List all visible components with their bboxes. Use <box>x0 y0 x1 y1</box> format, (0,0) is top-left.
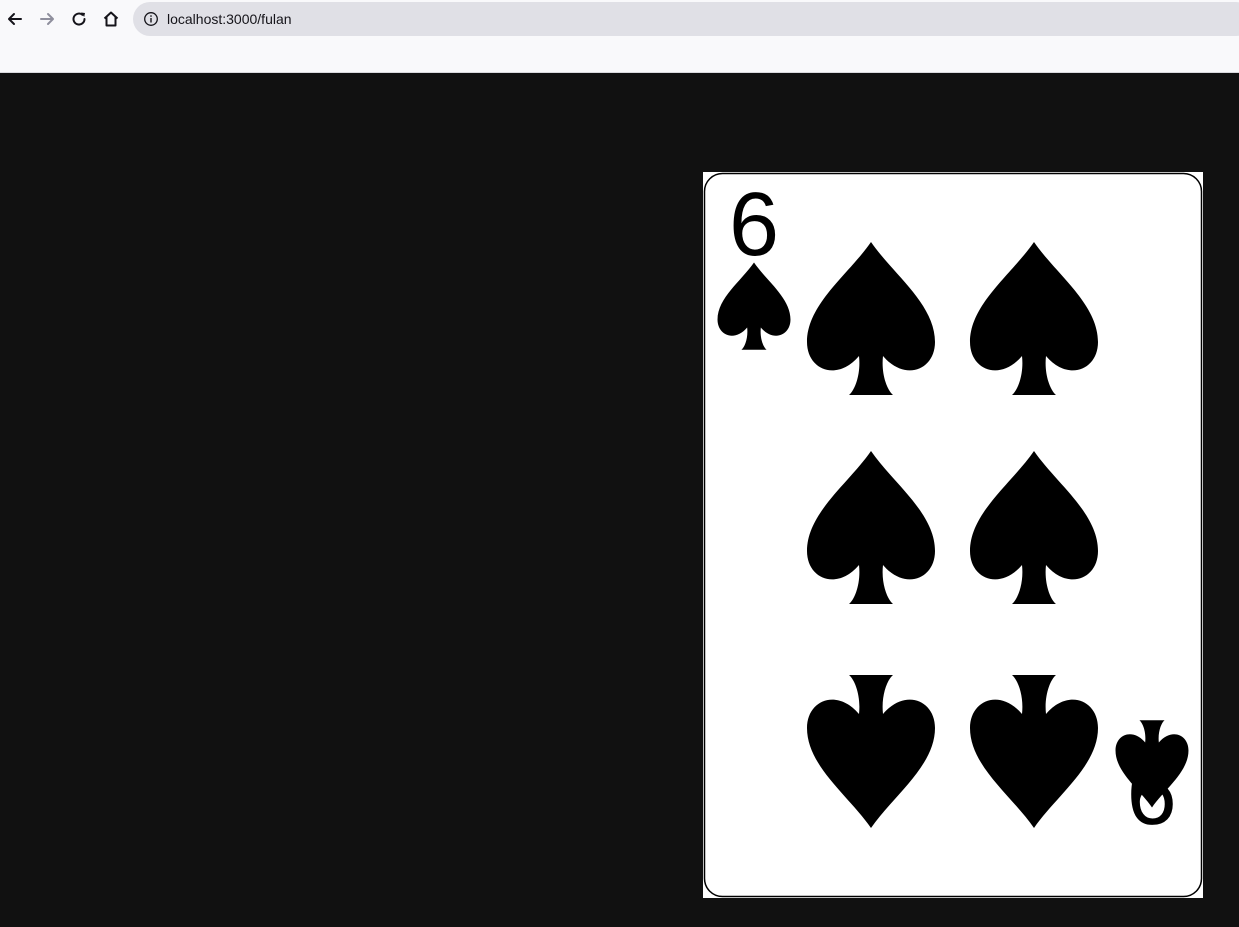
playing-card[interactable]: 6 9 <box>703 172 1203 898</box>
browser-toolbar: localhost:3000/fulan <box>0 0 1239 73</box>
url-text[interactable]: localhost:3000/fulan <box>167 11 292 27</box>
back-arrow-icon[interactable] <box>3 7 27 31</box>
forward-arrow-icon[interactable] <box>35 7 59 31</box>
reload-icon[interactable] <box>67 7 91 31</box>
card-face <box>703 172 1203 898</box>
corner-rank-top: 6 <box>729 175 779 275</box>
home-icon[interactable] <box>99 7 123 31</box>
address-bar[interactable]: localhost:3000/fulan <box>133 2 1239 36</box>
info-icon[interactable] <box>143 11 159 27</box>
